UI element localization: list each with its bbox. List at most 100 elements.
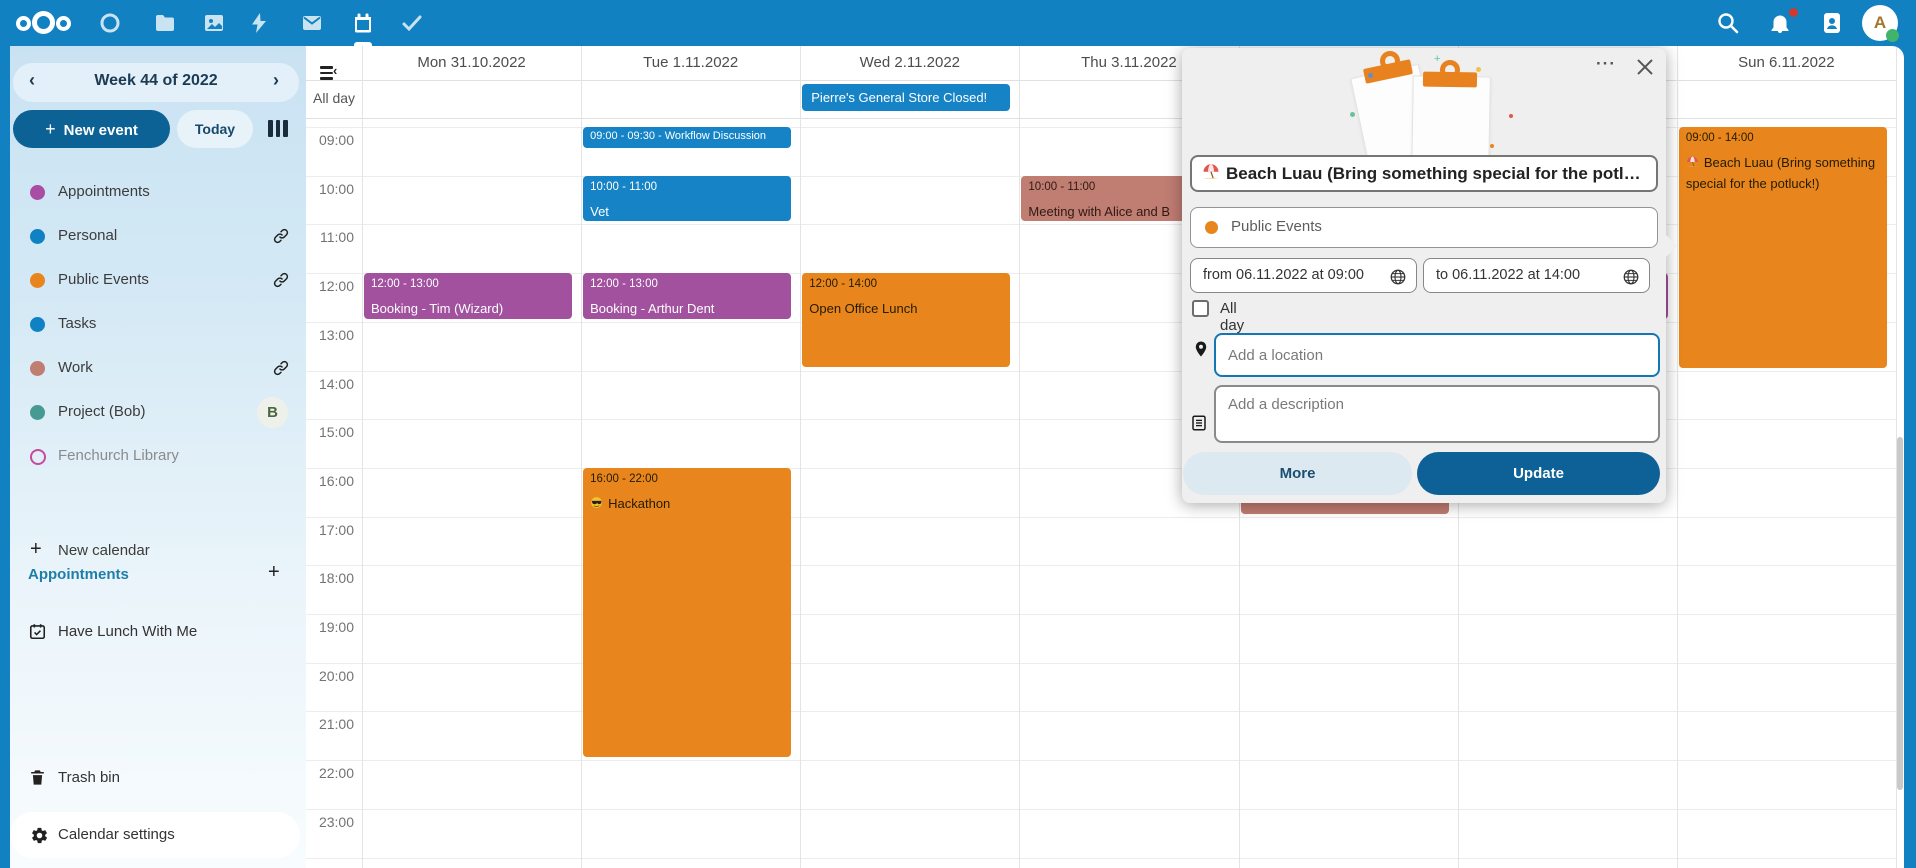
vertical-scrollbar[interactable] [1897, 437, 1903, 790]
calendar-name: Tasks [58, 315, 96, 332]
calendar-event[interactable]: 12:00 - 14:00Open Office Lunch [802, 273, 1010, 367]
grid-line [306, 565, 1896, 566]
calendar-icon[interactable] [351, 11, 375, 35]
globe-icon[interactable] [1389, 266, 1407, 284]
new-calendar-button[interactable]: + New calendar [10, 534, 306, 570]
add-appointment-config-button[interactable]: + [268, 561, 280, 584]
share-link-icon[interactable] [272, 227, 290, 245]
calendar-color-dot [30, 361, 45, 376]
hour-label: 17:00 [306, 522, 354, 538]
grid-line [306, 663, 1896, 664]
calendar-picker[interactable]: Public Events [1190, 207, 1658, 248]
day-header[interactable]: Wed 2.11.2022 [800, 54, 1019, 74]
plus-icon: + [45, 119, 56, 139]
calendar-event[interactable]: 09:00 - 09:30 - Workflow Discussion [583, 127, 791, 148]
beach-umbrella-emoji [1686, 155, 1700, 168]
calendar-color-dot [30, 449, 46, 465]
all-day-checkbox-label: All day [1220, 300, 1244, 334]
hour-label: 20:00 [306, 668, 354, 684]
top-bar: A [0, 0, 1916, 46]
end-datetime-field[interactable]: to 06.11.2022 at 14:00 [1423, 258, 1650, 293]
calendar-event[interactable]: 10:00 - 11:00Vet [583, 176, 791, 222]
event-editor-popup: + ··· Beach Luau (Bring something specia… [1182, 48, 1666, 503]
grid-line [306, 614, 1896, 615]
grid-line [800, 46, 801, 868]
calendar-color-dot [30, 405, 45, 420]
hour-label: 11:00 [306, 229, 354, 245]
search-icon[interactable] [1716, 11, 1740, 35]
grid-line [581, 46, 582, 868]
share-link-icon[interactable] [272, 359, 290, 377]
activity-icon[interactable] [247, 11, 271, 35]
shared-by-avatar: B [257, 397, 288, 428]
calendar-event[interactable]: 12:00 - 13:00Booking - Tim (Wizard) [364, 273, 572, 319]
hour-label: 13:00 [306, 327, 354, 343]
online-status-dot [1886, 29, 1899, 42]
calendar-event[interactable]: 09:00 - 14:00Beach Luau (Bring something… [1679, 127, 1887, 368]
calendar-event[interactable]: 16:00 - 22:00Hackathon [583, 468, 791, 757]
beach-umbrella-emoji [1202, 162, 1222, 180]
sidebar-calendar-appointments[interactable]: Appointments [10, 175, 306, 211]
columns-view-icon[interactable] [268, 120, 288, 137]
today-button[interactable]: Today [177, 110, 253, 148]
description-input[interactable] [1214, 385, 1660, 443]
sidebar-calendar-project-bob-[interactable]: Project (Bob) B [10, 395, 306, 431]
grid-line [1677, 46, 1678, 868]
description-icon [1190, 414, 1208, 432]
more-button[interactable]: More [1183, 452, 1412, 495]
popup-actions-menu-icon[interactable]: ··· [1590, 54, 1622, 78]
location-pin-icon [1192, 340, 1210, 358]
week-label: Week 44 of 2022 [13, 72, 299, 90]
calendar-settings-label: Calendar settings [58, 826, 175, 843]
event-title: Open Office Lunch [809, 299, 1003, 320]
location-input[interactable] [1214, 333, 1660, 377]
day-header[interactable]: Mon 31.10.2022 [362, 54, 581, 74]
new-calendar-label: New calendar [58, 542, 150, 559]
notifications-icon[interactable] [1768, 11, 1792, 35]
new-event-button[interactable]: +New event [13, 110, 170, 148]
all-day-event[interactable]: Pierre's General Store Closed! [802, 84, 1010, 111]
active-app-indicator [354, 42, 372, 46]
update-button[interactable]: Update [1417, 452, 1660, 495]
photos-icon[interactable] [202, 11, 226, 35]
appointments-heading: Appointments [28, 566, 129, 583]
contacts-icon[interactable] [1820, 11, 1844, 35]
tasks-icon[interactable] [400, 11, 424, 35]
close-icon[interactable] [1634, 56, 1656, 78]
sidebar-calendar-tasks[interactable]: Tasks [10, 307, 306, 343]
event-time: 16:00 - 22:00 [590, 473, 784, 485]
grid-line [306, 517, 1896, 518]
start-datetime-field[interactable]: from 06.11.2022 at 09:00 [1190, 258, 1417, 293]
popup-arrow [1665, 234, 1677, 258]
day-header[interactable]: Tue 1.11.2022 [581, 54, 800, 74]
all-day-label: All day [313, 90, 355, 106]
calendar-event[interactable]: 12:00 - 13:00Booking - Arthur Dent [583, 273, 791, 319]
day-header[interactable]: Sun 6.11.2022 [1677, 54, 1896, 74]
mail-icon[interactable] [300, 11, 324, 35]
calendar-name: Project (Bob) [58, 403, 146, 420]
hour-label: 21:00 [306, 716, 354, 732]
sidebar-calendar-public-events[interactable]: Public Events [10, 263, 306, 299]
sidebar-calendar-fenchurch-library[interactable]: Fenchurch Library [10, 439, 306, 475]
event-time: 12:00 - 13:00 [371, 278, 565, 290]
event-title-input[interactable]: Beach Luau (Bring something special for … [1190, 155, 1658, 192]
appointment-item-label: Have Lunch With Me [58, 623, 197, 640]
share-link-icon[interactable] [272, 271, 290, 289]
confetti-plus: + [1434, 53, 1440, 65]
next-week-button[interactable]: › [273, 70, 279, 91]
all-day-checkbox[interactable] [1192, 300, 1209, 317]
hour-label: 18:00 [306, 570, 354, 586]
calendar-settings-button[interactable]: Calendar settings [10, 812, 300, 858]
sidebar-calendar-work[interactable]: Work [10, 351, 306, 387]
notification-dot [1789, 8, 1798, 17]
collapse-sidebar-icon[interactable]: ‹ [320, 65, 344, 81]
files-icon[interactable] [153, 11, 177, 35]
calendar-name: Appointments [58, 183, 150, 200]
sidebar-calendar-personal[interactable]: Personal [10, 219, 306, 255]
nextcloud-logo-icon[interactable] [14, 8, 74, 38]
event-time: 09:00 - 14:00 [1686, 132, 1880, 144]
globe-icon[interactable] [1622, 266, 1640, 284]
grid-line [362, 46, 363, 868]
dashboard-icon[interactable] [98, 11, 122, 35]
event-title: Booking - Arthur Dent [590, 299, 784, 319]
